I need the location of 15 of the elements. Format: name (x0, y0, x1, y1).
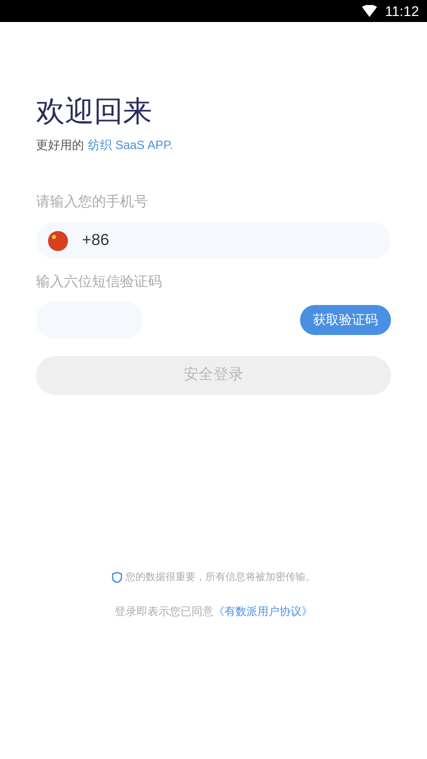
country-code: +86 (82, 230, 110, 250)
phone-label: 请输入您的手机号 (36, 192, 149, 211)
subtitle-text: 更好用的 (36, 137, 84, 153)
security-note: 您的数据很重要，所有信息将被加密传输。 (126, 570, 316, 585)
code-label: 输入六位短信验证码 (36, 272, 163, 291)
page-heading: 欢迎回来 (36, 95, 153, 130)
get-code-button[interactable]: 获取验证码 (300, 305, 391, 335)
wifi-icon (362, 5, 377, 17)
subtitle-highlight: 纺织 SaaS APP. (88, 137, 174, 153)
agreement-link[interactable]: 《有数派用户协议》 (214, 605, 312, 619)
flag-icon (48, 230, 68, 250)
shield-icon (112, 572, 122, 583)
phone-field[interactable]: +86 (36, 222, 391, 259)
status-time: 11:12 (385, 2, 419, 20)
agreement-text: 登录即表示您已同意 (114, 605, 214, 619)
